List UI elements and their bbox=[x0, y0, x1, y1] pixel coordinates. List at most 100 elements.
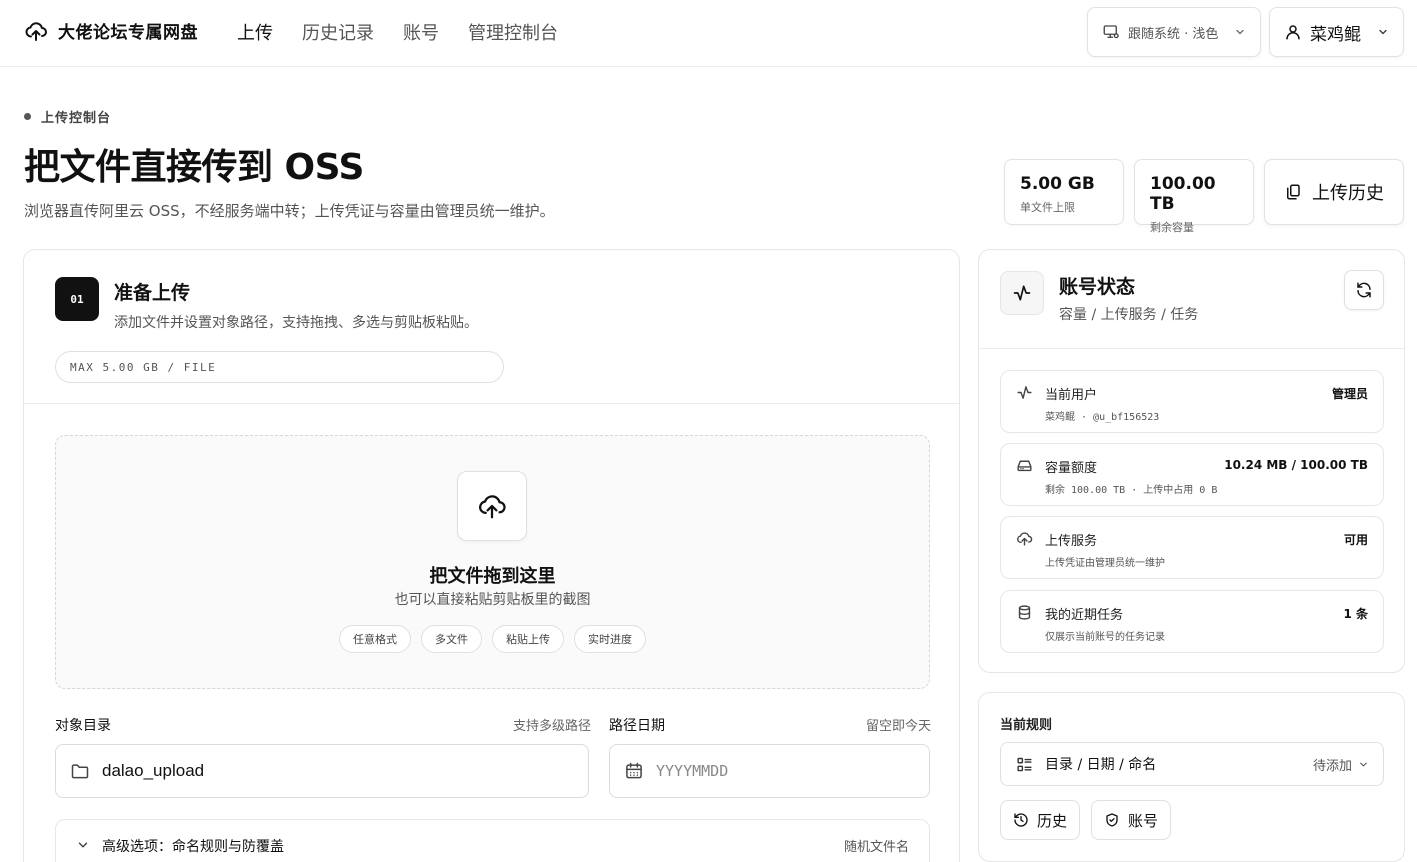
chip-paste-upload: 粘贴上传 bbox=[492, 625, 564, 653]
cloud-upload-icon bbox=[477, 491, 507, 521]
advanced-options-label: 高级选项：命名规则与防覆盖 bbox=[102, 839, 284, 855]
status-row-value: 1 条 bbox=[1343, 607, 1368, 621]
upload-history-label: 上传历史 bbox=[1312, 183, 1384, 204]
max-size-pill: MAX 5.00 GB / FILE bbox=[55, 351, 504, 383]
rules-select-status: 待添加 bbox=[1313, 755, 1369, 774]
dropzone-icon-box bbox=[457, 471, 527, 541]
rules-account-button[interactable]: 账号 bbox=[1091, 800, 1172, 840]
stat-value: 5.00 GB bbox=[1020, 174, 1095, 194]
stat-file-limit: 5.00 GB 单文件上限 bbox=[1004, 159, 1124, 225]
page-title: 把文件直接传到 OSS bbox=[24, 147, 364, 188]
chip-live-progress: 实时进度 bbox=[574, 625, 646, 653]
rules-account-label: 账号 bbox=[1128, 811, 1159, 830]
status-row-value: 可用 bbox=[1343, 533, 1368, 547]
status-row-value: 10.24 MB / 100.00 TB bbox=[1224, 458, 1368, 472]
monitor-icon bbox=[1102, 23, 1120, 41]
nav-admin-console[interactable]: 管理控制台 bbox=[468, 19, 558, 45]
status-row-quota: 容量额度 剩余 100.00 TB · 上传中占用 0 B 10.24 MB /… bbox=[1000, 443, 1384, 506]
page-eyebrow: 上传控制台 bbox=[24, 107, 111, 126]
rules-history-button[interactable]: 历史 bbox=[1000, 800, 1081, 840]
naming-rule-value: 随机文件名 bbox=[843, 840, 909, 855]
user-menu-button[interactable]: 菜鸡鲲 bbox=[1269, 7, 1404, 57]
feature-chips: 任意格式 多文件 粘贴上传 实时进度 bbox=[56, 625, 929, 653]
refresh-button[interactable] bbox=[1344, 270, 1384, 310]
path-date-hint: 留空即今天 bbox=[866, 719, 932, 734]
history-icon bbox=[1013, 812, 1029, 828]
path-date-label: 路径日期 bbox=[609, 718, 665, 734]
stat-label: 单文件上限 bbox=[1020, 201, 1075, 214]
advanced-options-toggle[interactable]: 高级选项：命名规则与防覆盖 随机文件名 bbox=[55, 819, 930, 862]
refresh-icon bbox=[1355, 281, 1373, 299]
path-date-input[interactable] bbox=[656, 762, 916, 780]
rules-select[interactable]: 目录 / 日期 / 命名 待添加 bbox=[1000, 742, 1384, 786]
chevron-down-icon bbox=[1234, 26, 1246, 38]
stat-label: 剩余容量 bbox=[1150, 221, 1194, 234]
status-row-title: 当前用户 bbox=[1045, 388, 1098, 403]
database-icon bbox=[1016, 604, 1033, 621]
chip-any-format: 任意格式 bbox=[339, 625, 411, 653]
shield-check-icon bbox=[1104, 812, 1120, 828]
status-row-current-user: 当前用户 菜鸡鲲 · @u_bf156523 管理员 bbox=[1000, 370, 1384, 433]
chevron-down-icon bbox=[1377, 26, 1389, 38]
object-dir-hint: 支持多级路径 bbox=[513, 719, 592, 734]
current-rules-card: 当前规则 目录 / 日期 / 命名 待添加 历史 账号 bbox=[978, 692, 1405, 862]
status-row-detail: 剩余 100.00 TB · 上传中占用 0 B bbox=[1045, 485, 1218, 496]
top-header: 大佬论坛专属网盘 上传 历史记录 账号 管理控制台 跟随系统 · 浅色 菜鸡鲲 bbox=[0, 0, 1417, 67]
status-row-detail: 上传凭证由管理员统一维护 bbox=[1045, 558, 1165, 569]
stat-remaining-capacity: 100.00 TB 剩余容量 bbox=[1134, 159, 1254, 234]
nav-history[interactable]: 历史记录 bbox=[302, 19, 374, 45]
folder-icon bbox=[70, 761, 90, 781]
divider bbox=[979, 348, 1404, 349]
status-row-recent-tasks: 我的近期任务 仅展示当前账号的任务记录 1 条 bbox=[1000, 590, 1384, 653]
upload-card-subtitle: 添加文件并设置对象路径，支持拖拽、多选与剪贴板粘贴。 bbox=[114, 315, 478, 331]
eyebrow-text: 上传控制台 bbox=[41, 111, 112, 126]
user-name: 菜鸡鲲 bbox=[1310, 24, 1361, 45]
brand-name: 大佬论坛专属网盘 bbox=[58, 23, 198, 43]
divider bbox=[24, 403, 959, 404]
theme-select-button[interactable]: 跟随系统 · 浅色 bbox=[1087, 7, 1261, 57]
chevron-down-icon bbox=[1358, 759, 1369, 770]
brand[interactable]: 大佬论坛专属网盘 bbox=[24, 18, 198, 43]
upload-card-title: 准备上传 bbox=[114, 282, 191, 304]
status-row-upload-service: 上传服务 上传凭证由管理员统一维护 可用 bbox=[1000, 516, 1384, 579]
account-status-subtitle: 容量 / 上传服务 / 任务 bbox=[1059, 307, 1199, 323]
dropzone-subtitle: 也可以直接粘贴剪贴板里的截图 bbox=[394, 592, 591, 608]
cloud-upload-icon bbox=[1016, 530, 1033, 547]
main-nav: 上传 历史记录 账号 管理控制台 bbox=[237, 19, 558, 45]
eyebrow-dot bbox=[24, 113, 31, 120]
status-row-title: 容量额度 bbox=[1045, 461, 1098, 476]
nav-upload[interactable]: 上传 bbox=[237, 19, 273, 45]
chevron-down-icon bbox=[76, 838, 90, 852]
upload-history-button[interactable]: 上传历史 bbox=[1264, 159, 1404, 225]
activity-icon bbox=[1016, 384, 1033, 401]
object-dir-label: 对象目录 bbox=[55, 718, 111, 734]
nav-account[interactable]: 账号 bbox=[403, 19, 439, 45]
calendar-icon bbox=[624, 761, 644, 781]
cloud-upload-logo-icon bbox=[24, 19, 48, 43]
stat-value: 100.00 TB bbox=[1150, 174, 1216, 214]
user-icon bbox=[1284, 23, 1302, 41]
status-row-detail: 菜鸡鲲 · @u_bf156523 bbox=[1045, 412, 1160, 423]
status-row-detail: 仅展示当前账号的任务记录 bbox=[1045, 632, 1165, 643]
theme-label: 跟随系统 · 浅色 bbox=[1128, 26, 1219, 42]
page-subtitle: 浏览器直传阿里云 OSS，不经服务端中转；上传凭证与容量由管理员统一维护。 bbox=[24, 202, 555, 220]
status-row-value: 管理员 bbox=[1331, 387, 1368, 401]
rules-select-label: 目录 / 日期 / 命名 bbox=[1045, 757, 1157, 773]
rules-status-text: 待添加 bbox=[1312, 758, 1352, 774]
status-row-title: 上传服务 bbox=[1045, 534, 1098, 549]
status-icon-box bbox=[1000, 271, 1044, 315]
object-dir-input[interactable] bbox=[102, 761, 362, 781]
account-status-title: 账号状态 bbox=[1059, 276, 1136, 298]
account-status-card: 账号状态 容量 / 上传服务 / 任务 当前用户 菜鸡鲲 · @u_bf1565… bbox=[978, 249, 1405, 673]
path-date-field[interactable] bbox=[609, 744, 930, 798]
rules-history-label: 历史 bbox=[1037, 811, 1068, 830]
status-row-title: 我的近期任务 bbox=[1045, 608, 1124, 623]
step-badge: 01 bbox=[55, 277, 99, 321]
chip-multi-file: 多文件 bbox=[421, 625, 482, 653]
drive-icon bbox=[1016, 457, 1033, 474]
list-layout-icon bbox=[1016, 756, 1033, 773]
dropzone-title: 把文件拖到这里 bbox=[429, 566, 556, 587]
activity-icon bbox=[1012, 283, 1032, 303]
file-dropzone[interactable]: 把文件拖到这里 也可以直接粘贴剪贴板里的截图 任意格式 多文件 粘贴上传 实时进… bbox=[55, 435, 930, 689]
object-dir-field[interactable] bbox=[55, 744, 589, 798]
